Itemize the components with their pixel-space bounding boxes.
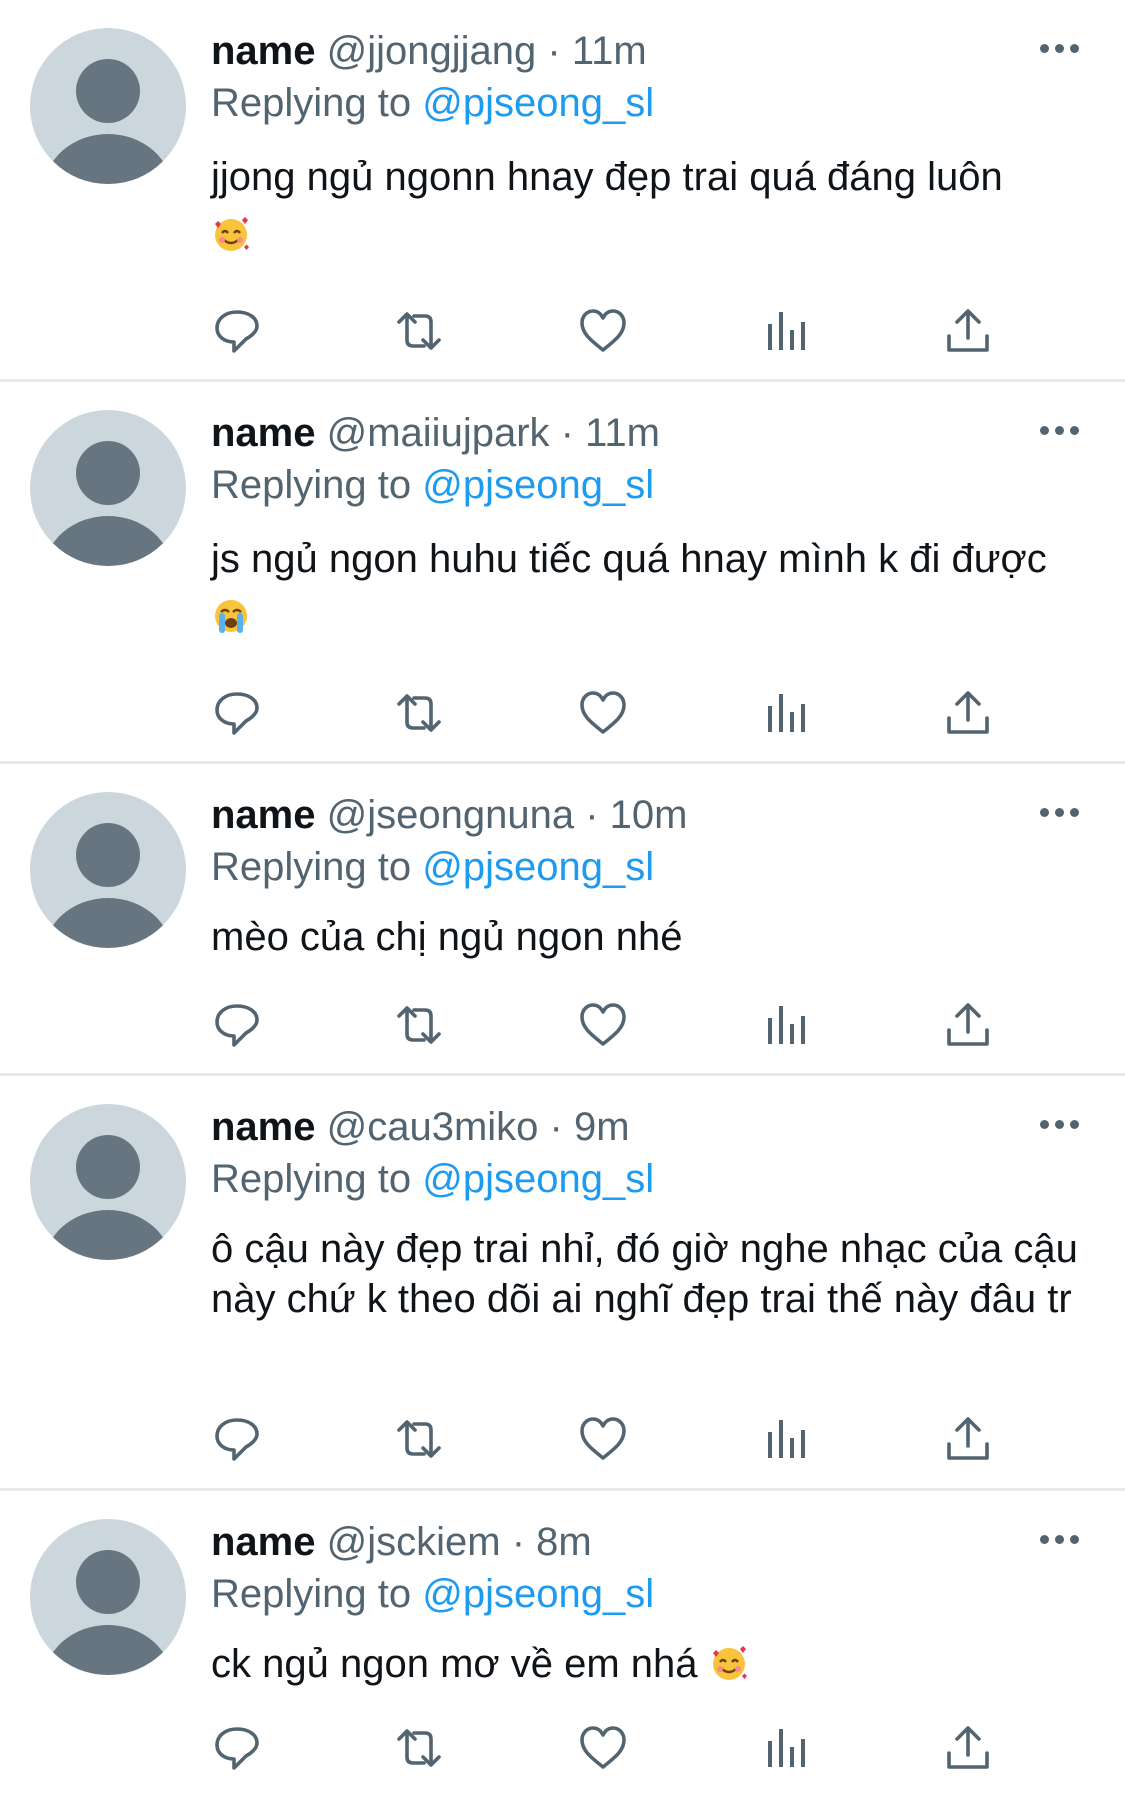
heart-icon[interactable] [578, 306, 628, 356]
loudly-crying-face-emoji [211, 596, 251, 636]
tweet-header: name @cau3miko · 9m [211, 1102, 630, 1152]
reply-icon[interactable] [212, 1414, 262, 1464]
tweet-actions [0, 1414, 1125, 1464]
tweet-header: name @jseongnuna · 10m [211, 790, 687, 840]
separator-dot: · [560, 411, 574, 455]
retweet-icon[interactable] [394, 306, 444, 356]
analytics-icon[interactable] [762, 306, 812, 356]
username-handle[interactable]: @jsckiem [327, 1520, 501, 1564]
tweet-actions [0, 688, 1125, 738]
heart-icon[interactable] [578, 688, 628, 738]
tweet-header: name @jjongjjang · 11m [211, 26, 647, 76]
separator-dot: · [547, 29, 561, 73]
tweet[interactable]: name @jseongnuna · 10m Replying to @pjse… [0, 764, 1125, 1074]
share-icon[interactable] [943, 688, 993, 738]
tweet-text: ck ngủ ngon mơ về em nhá [211, 1639, 1071, 1689]
tweet-text: mèo của chị ngủ ngon nhé [211, 912, 1071, 962]
replying-to: Replying to @pjseong_sl [211, 1569, 654, 1619]
display-name[interactable]: name [211, 793, 316, 837]
tweet-text-content: ck ngủ ngon mơ về em nhá [211, 1642, 698, 1686]
replying-label: Replying to [211, 463, 412, 507]
reply-icon[interactable] [212, 688, 262, 738]
share-icon[interactable] [943, 1000, 993, 1050]
analytics-icon[interactable] [762, 688, 812, 738]
username-handle[interactable]: @jjongjjang [327, 29, 537, 73]
timestamp[interactable]: 10m [610, 793, 688, 837]
display-name[interactable]: name [211, 1105, 316, 1149]
heart-icon[interactable] [578, 1723, 628, 1773]
share-icon[interactable] [943, 306, 993, 356]
replying-to-handle[interactable]: @pjseong_sl [422, 1157, 654, 1201]
retweet-icon[interactable] [394, 1723, 444, 1773]
replying-label: Replying to [211, 1572, 412, 1616]
avatar[interactable] [30, 1519, 186, 1675]
analytics-icon[interactable] [762, 1723, 812, 1773]
display-name[interactable]: name [211, 29, 316, 73]
username-handle[interactable]: @maiiujpark [327, 411, 550, 455]
separator-dot: · [511, 1520, 526, 1564]
more-options-icon[interactable] [1040, 1120, 1082, 1130]
more-options-icon[interactable] [1040, 44, 1082, 54]
tweet-actions [0, 1723, 1125, 1773]
username-handle[interactable]: @jseongnuna [327, 793, 574, 837]
smiling-face-with-hearts-emoji [211, 214, 251, 254]
tweet[interactable]: name @jjongjjang · 11m Replying to @pjse… [0, 0, 1125, 380]
tweet-actions [0, 306, 1125, 356]
replying-to: Replying to @pjseong_sl [211, 460, 654, 510]
replying-label: Replying to [211, 845, 412, 889]
replying-to-handle[interactable]: @pjseong_sl [422, 845, 654, 889]
tweet-text-content: mèo của chị ngủ ngon nhé [211, 915, 683, 959]
replying-to-handle[interactable]: @pjseong_sl [422, 463, 654, 507]
replying-to-handle[interactable]: @pjseong_sl [422, 1572, 654, 1616]
tweet-text-content: ô cậu này đẹp trai nhỉ, đó giờ nghe nhạc… [211, 1227, 1078, 1321]
replying-to-handle[interactable]: @pjseong_sl [422, 81, 654, 125]
analytics-icon[interactable] [762, 1414, 812, 1464]
display-name[interactable]: name [211, 411, 316, 455]
tweet-text: ô cậu này đẹp trai nhỉ, đó giờ nghe nhạc… [211, 1224, 1091, 1324]
timestamp[interactable]: 8m [536, 1520, 592, 1564]
analytics-icon[interactable] [762, 1000, 812, 1050]
avatar[interactable] [30, 410, 186, 566]
tweet-header: name @jsckiem · 8m [211, 1517, 592, 1567]
smiling-face-with-hearts-emoji [709, 1643, 749, 1683]
more-options-icon[interactable] [1040, 808, 1082, 818]
retweet-icon[interactable] [394, 1000, 444, 1050]
separator-dot: · [585, 793, 599, 837]
tweet-actions [0, 1000, 1125, 1050]
more-options-icon[interactable] [1040, 1535, 1082, 1545]
replying-label: Replying to [211, 81, 412, 125]
retweet-icon[interactable] [394, 1414, 444, 1464]
reply-icon[interactable] [212, 306, 262, 356]
tweet[interactable]: name @maiiujpark · 11m Replying to @pjse… [0, 382, 1125, 762]
avatar[interactable] [30, 28, 186, 184]
tweet-text-content: js ngủ ngon huhu tiếc quá hnay mình k đi… [211, 537, 1047, 581]
separator-dot: · [549, 1105, 563, 1149]
heart-icon[interactable] [578, 1000, 628, 1050]
reply-icon[interactable] [212, 1723, 262, 1773]
tweet[interactable]: name @cau3miko · 9m Replying to @pjseong… [0, 1076, 1125, 1486]
tweet-header: name @maiiujpark · 11m [211, 408, 660, 458]
tweet-text: js ngủ ngon huhu tiếc quá hnay mình k đi… [211, 530, 1051, 646]
tweet-text-content: jjong ngủ ngonn hnay đẹp trai quá đáng l… [211, 155, 1003, 199]
timestamp[interactable]: 11m [572, 29, 647, 73]
timestamp[interactable]: 9m [574, 1105, 630, 1149]
username-handle[interactable]: @cau3miko [327, 1105, 539, 1149]
more-options-icon[interactable] [1040, 426, 1082, 436]
replying-to: Replying to @pjseong_sl [211, 1154, 654, 1204]
reply-icon[interactable] [212, 1000, 262, 1050]
avatar[interactable] [30, 792, 186, 948]
display-name[interactable]: name [211, 1520, 316, 1564]
retweet-icon[interactable] [394, 688, 444, 738]
replying-to: Replying to @pjseong_sl [211, 842, 654, 892]
timestamp[interactable]: 11m [585, 411, 660, 455]
tweet-text: jjong ngủ ngonn hnay đẹp trai quá đáng l… [211, 148, 1031, 264]
tweet[interactable]: name @jsckiem · 8m Replying to @pjseong_… [0, 1491, 1125, 1803]
share-icon[interactable] [943, 1723, 993, 1773]
heart-icon[interactable] [578, 1414, 628, 1464]
avatar[interactable] [30, 1104, 186, 1260]
replying-to: Replying to @pjseong_sl [211, 78, 654, 128]
replying-label: Replying to [211, 1157, 412, 1201]
share-icon[interactable] [943, 1414, 993, 1464]
